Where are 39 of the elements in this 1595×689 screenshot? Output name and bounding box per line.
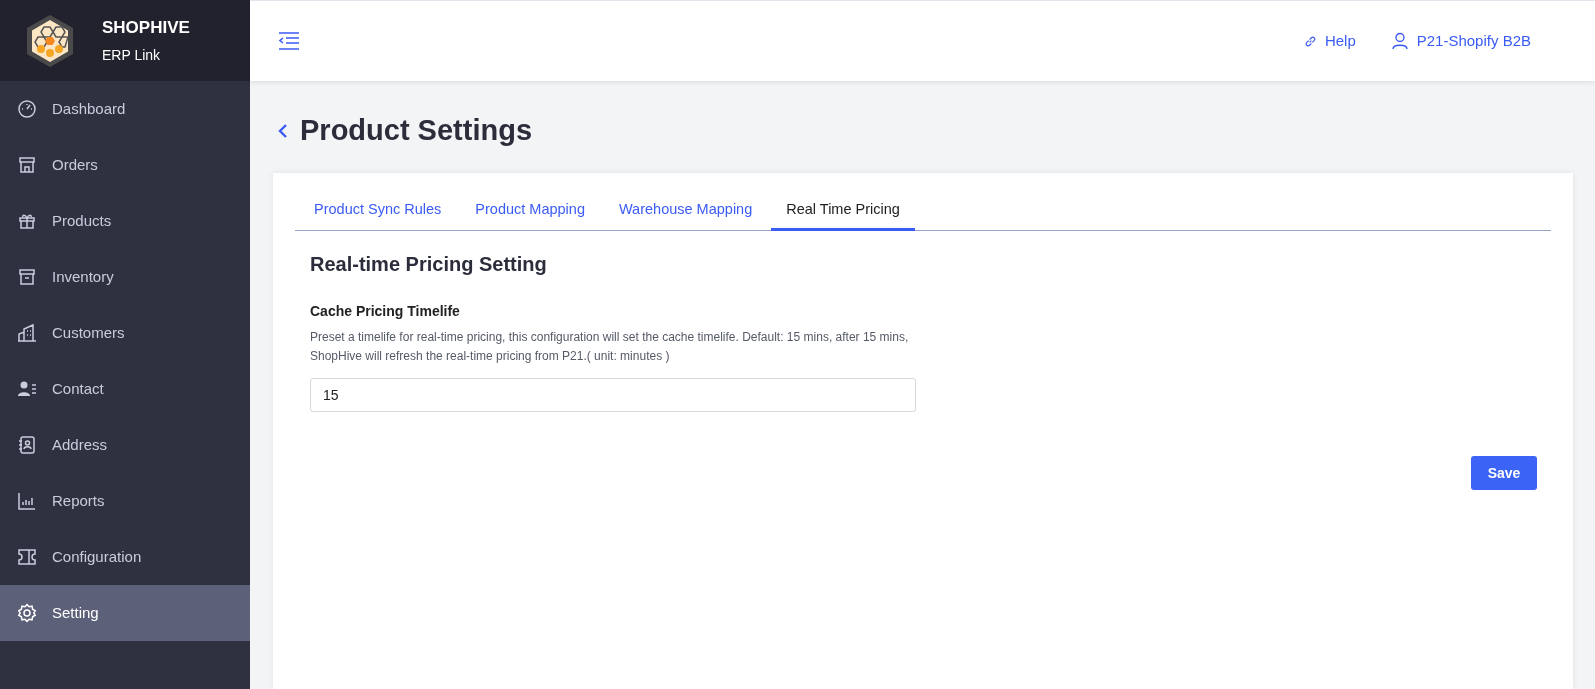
menu-collapse-icon bbox=[278, 32, 300, 50]
save-button[interactable]: Save bbox=[1471, 456, 1537, 491]
tab[interactable]: Warehouse Mapping bbox=[603, 196, 768, 232]
sidebar-item[interactable]: Address bbox=[0, 417, 250, 473]
tab[interactable]: Product Sync Rules bbox=[299, 196, 457, 232]
contact-list-icon bbox=[17, 379, 37, 399]
sidebar-item[interactable]: Setting bbox=[0, 585, 250, 641]
link-icon bbox=[1303, 34, 1317, 48]
collapse-menu-button[interactable] bbox=[278, 32, 300, 50]
settings-icon bbox=[17, 603, 37, 623]
archive-box-icon bbox=[17, 267, 37, 287]
sidebar-item[interactable]: Contact bbox=[0, 361, 250, 417]
sidebar-item[interactable]: Dashboard bbox=[0, 81, 250, 137]
account-link[interactable]: P21-Shopify B2B bbox=[1391, 29, 1531, 53]
sidebar-item[interactable]: Products bbox=[0, 193, 250, 249]
storefront-icon bbox=[17, 155, 37, 175]
field-description: Preset a timelife for real-time pricing, this configuration will set the cache timelife. Default: 15 mins, after 15 mins, ShopHive will refresh the real-time pricing from P21.( unit: minutes ) bbox=[310, 329, 910, 366]
buildings-icon bbox=[17, 323, 37, 343]
help-link[interactable]: Help bbox=[1303, 29, 1356, 53]
timelife-input-field[interactable]: 15 bbox=[310, 378, 916, 413]
brand-subtitle: ERP Link bbox=[102, 45, 162, 65]
back-button[interactable] bbox=[278, 122, 288, 139]
tab[interactable]: Real Time Pricing bbox=[771, 196, 915, 232]
section-title: Real-time Pricing Setting bbox=[310, 252, 548, 278]
address-book-icon bbox=[17, 435, 37, 455]
user-icon bbox=[1391, 32, 1408, 50]
sidebar-item[interactable]: Configuration bbox=[0, 529, 250, 585]
tab[interactable]: Product Mapping bbox=[460, 196, 600, 232]
brand-name: SHOPHIVE bbox=[102, 17, 190, 40]
sidebar-item[interactable]: Customers bbox=[0, 305, 250, 361]
gauge-icon bbox=[17, 99, 37, 119]
page-title: Product Settings bbox=[300, 113, 532, 148]
bar-chart-icon bbox=[17, 491, 37, 511]
field-label: Cache Pricing Timelife bbox=[310, 302, 461, 322]
sidebar-item[interactable]: Orders bbox=[0, 137, 250, 193]
ticket-icon bbox=[17, 547, 37, 567]
sidebar-item[interactable]: Inventory bbox=[0, 249, 250, 305]
sidebar-item[interactable]: Reports bbox=[0, 473, 250, 529]
chevron-left-icon bbox=[278, 122, 288, 139]
